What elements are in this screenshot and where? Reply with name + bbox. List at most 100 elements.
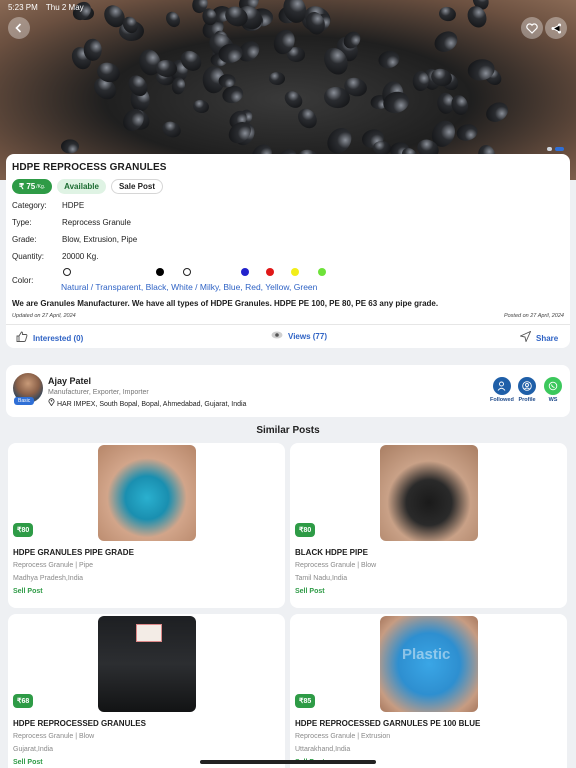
pellet bbox=[61, 139, 80, 154]
user-icon bbox=[492, 377, 511, 395]
seller-address-text: HAR IMPEX, South Bopal, Bopal, Ahmedabad… bbox=[56, 401, 247, 408]
post-category: Reprocess Granule | Blow bbox=[13, 733, 95, 740]
followed-button[interactable]: Followed bbox=[490, 377, 514, 403]
share-top-button[interactable] bbox=[545, 17, 567, 39]
whatsapp-label: WS bbox=[548, 397, 558, 403]
price-badge: ₹80 bbox=[295, 523, 316, 537]
carousel-indicator bbox=[547, 147, 564, 151]
views-counter: Views (77) bbox=[271, 331, 327, 342]
profile-button[interactable]: Profile bbox=[518, 377, 536, 403]
seller-roles: Manufacturer, Exporter, Importer bbox=[48, 389, 149, 396]
product-chips: ₹ 75/Kg. Available Sale Post bbox=[12, 179, 163, 194]
post-category: Reprocess Granule | Extrusion bbox=[295, 733, 391, 740]
post-location: Tamil Nadu,India bbox=[295, 575, 348, 582]
membership-badge: Basic bbox=[14, 397, 35, 405]
seller-name: Ajay Patel bbox=[48, 376, 92, 386]
updated-date: Updated on 27 April, 2024 bbox=[12, 313, 76, 319]
detail-key: Quantity: bbox=[12, 252, 45, 261]
pellet bbox=[84, 38, 103, 61]
detail-value: 20000 Kg. bbox=[62, 252, 99, 261]
post-category: Reprocess Granule | Blow bbox=[295, 562, 377, 569]
product-thumbnail bbox=[98, 616, 196, 712]
chevron-left-icon bbox=[15, 23, 22, 33]
interested-button[interactable]: Interested (0) bbox=[16, 331, 83, 345]
pellet bbox=[192, 98, 211, 115]
similar-post-card[interactable]: Plastic ₹85 HDPE REPROCESSED GARNULES PE… bbox=[290, 614, 567, 768]
whatsapp-button[interactable]: WS bbox=[544, 377, 562, 403]
interested-label: Interested (0) bbox=[33, 333, 84, 343]
product-detail-card: HDPE REPROCESS GRANULES ₹ 75/Kg. Availab… bbox=[6, 154, 570, 348]
followed-label: Followed bbox=[490, 397, 514, 403]
post-title: HDPE REPROCESSED GARNULES PE 100 BLUE bbox=[295, 719, 481, 728]
eye-icon bbox=[271, 331, 283, 342]
color-swatch bbox=[266, 268, 274, 276]
product-image-carousel[interactable]: 5:23 PM Thu 2 May bbox=[0, 0, 576, 180]
detail-value: Blow, Extrusion, Pipe bbox=[62, 235, 138, 244]
post-title: BLACK HDPE PIPE bbox=[295, 548, 368, 557]
post-category: Reprocess Granule | Pipe bbox=[13, 562, 94, 569]
price-chip: ₹ 75/Kg. bbox=[12, 179, 53, 194]
color-swatch bbox=[318, 268, 326, 276]
post-title: HDPE GRANULES PIPE GRADE bbox=[13, 548, 134, 557]
post-type: Sell Post bbox=[13, 588, 43, 595]
posted-date: Posted on 27 April, 2024 bbox=[503, 313, 564, 319]
post-location: Madhya Pradesh,India bbox=[13, 575, 84, 582]
color-swatch bbox=[183, 268, 191, 276]
product-thumbnail bbox=[98, 445, 196, 541]
pellet bbox=[437, 4, 458, 22]
post-type-badge: Sale Post bbox=[110, 179, 163, 194]
pellet bbox=[159, 118, 184, 141]
similar-posts-heading: Similar Posts bbox=[256, 425, 320, 436]
share-label: Share bbox=[536, 333, 559, 343]
similar-post-card[interactable]: ₹68 HDPE REPROCESSED GRANULES Reprocess … bbox=[8, 614, 285, 768]
heart-icon bbox=[526, 22, 538, 34]
price-badge: ₹85 bbox=[295, 694, 316, 708]
share-button[interactable]: Share bbox=[519, 330, 559, 345]
color-label: Color: bbox=[12, 276, 34, 285]
watermark: Plastic bbox=[402, 646, 451, 663]
bag-label bbox=[136, 624, 162, 642]
thumbs-up-icon bbox=[16, 331, 28, 345]
pellet bbox=[449, 92, 471, 117]
post-title: HDPE REPROCESSED GRANULES bbox=[13, 719, 146, 728]
seller-card[interactable]: Basic Ajay Patel Manufacturer, Exporter,… bbox=[6, 365, 570, 417]
post-type: Sell Post bbox=[13, 759, 43, 766]
back-button[interactable] bbox=[8, 17, 30, 39]
color-names: Natural / Transparent, Black, White / Mi… bbox=[61, 282, 318, 292]
color-swatch bbox=[156, 268, 164, 276]
whatsapp-icon bbox=[544, 377, 562, 395]
home-indicator[interactable] bbox=[200, 760, 376, 764]
send-icon bbox=[519, 330, 532, 345]
pellet bbox=[454, 121, 479, 143]
views-label: Views (77) bbox=[288, 332, 327, 341]
pellet bbox=[163, 9, 184, 31]
product-thumbnail: Plastic bbox=[380, 616, 478, 712]
detail-key: Grade: bbox=[12, 235, 37, 244]
price-badge: ₹80 bbox=[13, 523, 34, 537]
color-row: Color: Natural / Transparent, Black, Whi… bbox=[12, 266, 412, 296]
product-thumbnail bbox=[380, 445, 478, 541]
pellet bbox=[269, 72, 286, 86]
pellet bbox=[430, 27, 462, 57]
availability-badge: Available bbox=[57, 179, 106, 194]
status-time: 5:23 PM bbox=[8, 3, 38, 12]
pellet bbox=[482, 98, 512, 126]
post-location: Uttarakhand,India bbox=[295, 746, 351, 753]
color-swatch bbox=[63, 268, 71, 276]
price-badge: ₹68 bbox=[13, 694, 34, 708]
pellet bbox=[218, 73, 236, 88]
profile-label: Profile bbox=[518, 397, 536, 403]
detail-value: Reprocess Granule bbox=[62, 218, 131, 227]
post-dates: Updated on 27 April, 2024 Posted on 27 A… bbox=[12, 313, 564, 319]
pellet bbox=[376, 48, 401, 71]
pellet bbox=[293, 104, 321, 132]
post-type: Sell Post bbox=[295, 588, 325, 595]
color-swatch bbox=[291, 268, 299, 276]
product-title: HDPE REPROCESS GRANULES bbox=[12, 162, 167, 173]
similar-post-card[interactable]: ₹80 BLACK HDPE PIPE Reprocess Granule | … bbox=[290, 443, 567, 608]
similar-post-card[interactable]: ₹80 HDPE GRANULES PIPE GRADE Reprocess G… bbox=[8, 443, 285, 608]
status-bar: 5:23 PM Thu 2 May bbox=[8, 3, 90, 12]
post-location: Gujarat,India bbox=[13, 746, 54, 753]
favorite-button[interactable] bbox=[521, 17, 543, 39]
status-date: Thu 2 May bbox=[45, 3, 84, 12]
